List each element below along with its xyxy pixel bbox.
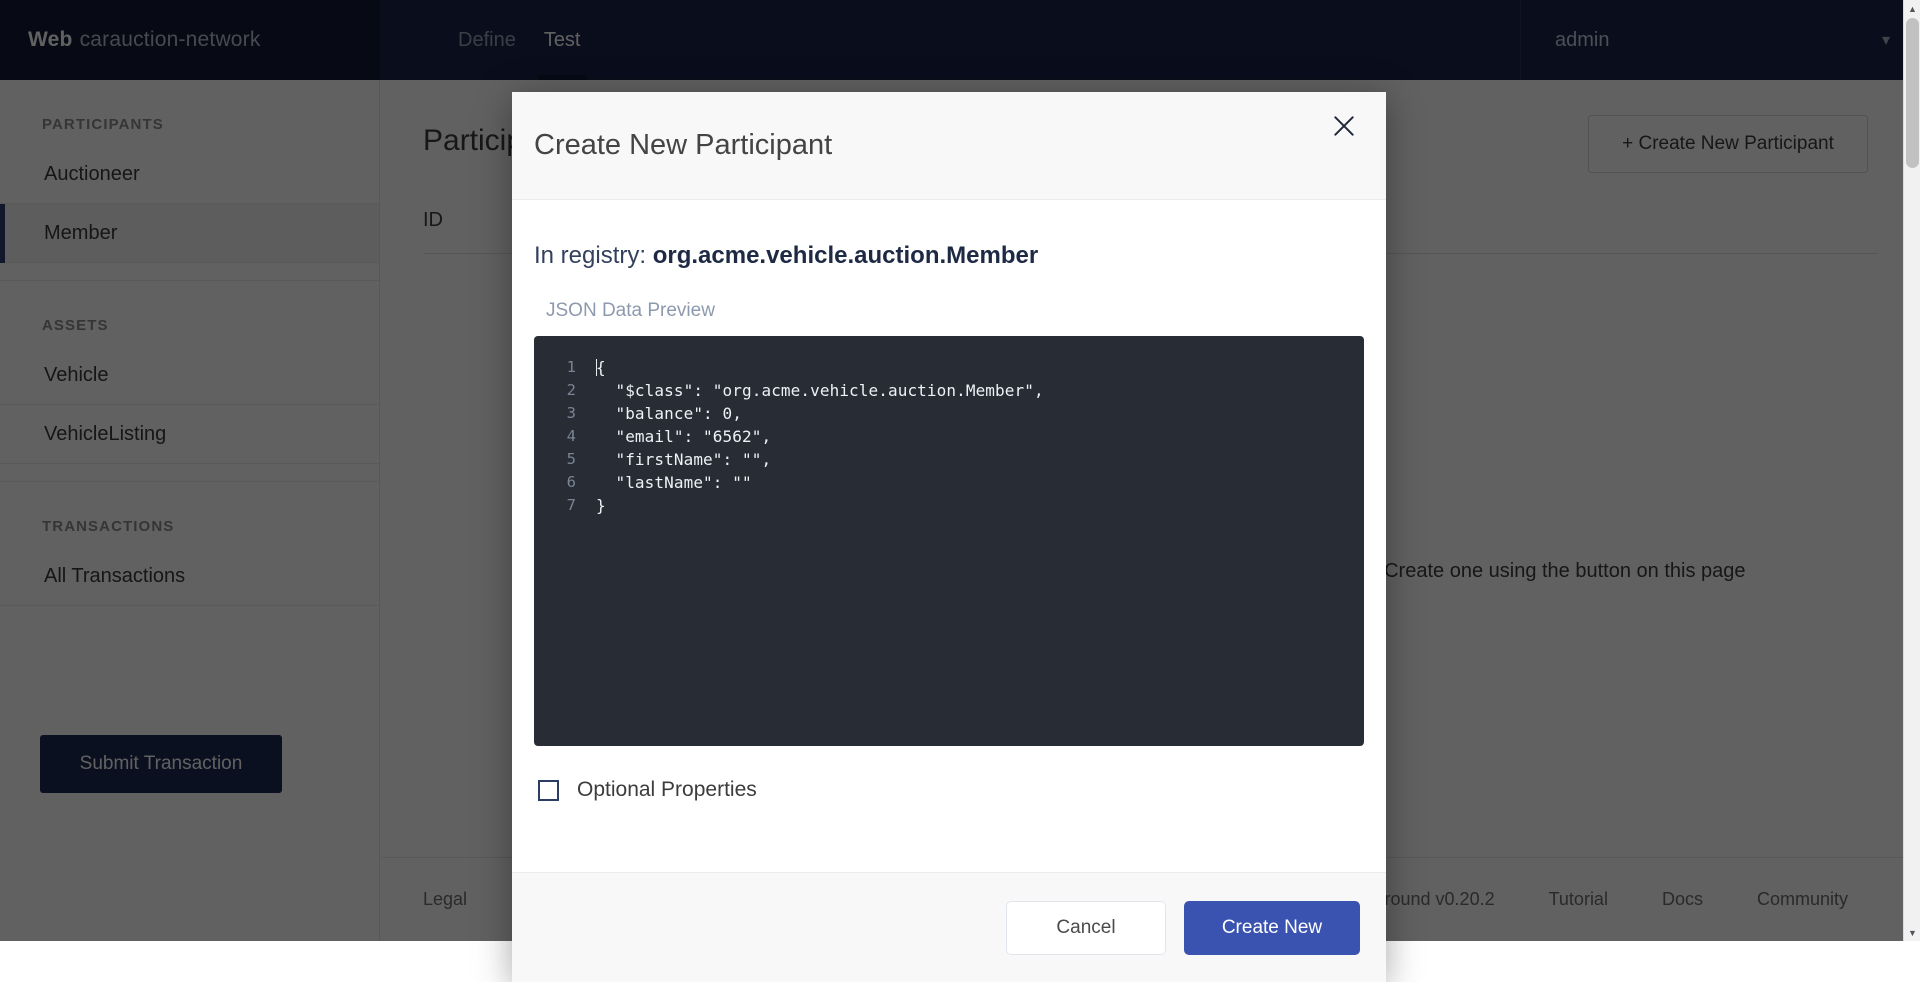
page-scrollbar[interactable]: ▲ ▼ — [1903, 0, 1920, 941]
line-text: } — [596, 496, 606, 515]
code-line-row: 3 "balance": 0, — [534, 404, 1364, 427]
line-number: 5 — [566, 450, 576, 468]
line-text: "$class": "org.acme.vehicle.auction.Memb… — [596, 381, 1044, 400]
optional-properties-label: Optional Properties — [577, 778, 757, 801]
registry-prefix-label: In registry: — [534, 242, 653, 269]
json-preview-label: JSON Data Preview — [546, 300, 715, 321]
cancel-button[interactable]: Cancel — [1006, 900, 1166, 955]
optional-properties-checkbox[interactable] — [538, 779, 559, 801]
code-line-row: 5 "firstName": "", — [534, 450, 1364, 473]
modal-footer: Cancel Create New — [512, 872, 1386, 982]
scroll-up-icon[interactable]: ▲ — [1904, 0, 1920, 17]
optional-properties-row: Optional Properties — [534, 778, 1364, 802]
create-new-button[interactable]: Create New — [1184, 900, 1360, 955]
code-line-row: 7 } — [534, 496, 1364, 519]
registry-line: In registry: org.acme.vehicle.auction.Me… — [534, 242, 1364, 270]
close-icon[interactable] — [1324, 106, 1364, 146]
scrollbar-thumb[interactable] — [1906, 18, 1919, 168]
line-text: "email": "6562", — [596, 427, 772, 446]
line-text: "firstName": "", — [596, 450, 772, 469]
scroll-down-icon[interactable]: ▼ — [1904, 924, 1920, 941]
line-text: { — [596, 358, 606, 377]
line-number: 1 — [566, 358, 576, 376]
code-line-row: 6 "lastName": "" — [534, 473, 1364, 496]
line-number: 4 — [566, 427, 576, 445]
line-number: 6 — [566, 473, 576, 491]
line-number: 7 — [566, 496, 576, 514]
code-line-row: 1 { — [534, 358, 1364, 381]
code-line-row: 4 "email": "6562", — [534, 427, 1364, 450]
line-text: "balance": 0, — [596, 404, 742, 423]
line-content-1: { — [596, 358, 1364, 381]
line-text: "lastName": "" — [596, 473, 752, 492]
modal-body: In registry: org.acme.vehicle.auction.Me… — [512, 200, 1386, 872]
code-lines: 1 { 2 "$class": "org.acme.vehicle.auctio… — [534, 358, 1364, 519]
modal-header: Create New Participant — [512, 92, 1386, 200]
registry-name-value: org.acme.vehicle.auction.Member — [652, 242, 1039, 269]
modal-title: Create New Participant — [534, 129, 833, 161]
code-line-row: 2 "$class": "org.acme.vehicle.auction.Me… — [534, 381, 1364, 404]
create-participant-modal: Create New Participant In registry: org.… — [512, 92, 1386, 982]
line-number: 2 — [566, 381, 576, 399]
line-number: 3 — [566, 404, 576, 422]
json-code-editor[interactable]: 1 { 2 "$class": "org.acme.vehicle.auctio… — [534, 336, 1364, 746]
